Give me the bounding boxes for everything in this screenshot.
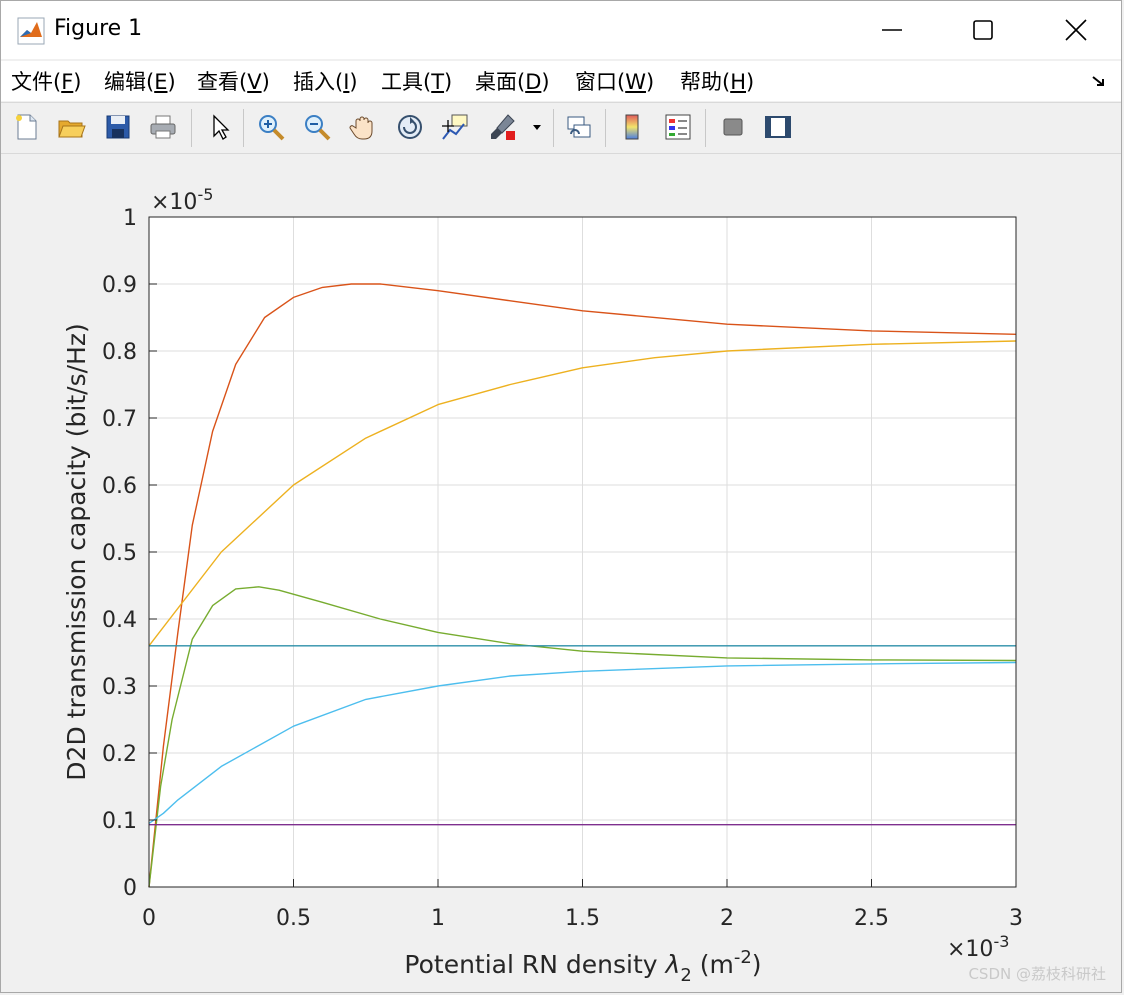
x-tick-label: 1.5 <box>565 906 600 931</box>
y-tick-label: 0.4 <box>102 608 137 633</box>
plot-area: 0 0.5 1 1.5 2 2.5 3 0 0.1 0.2 0.3 0.4 0.5 0.6 0.7 0.8 0.… <box>62 185 1023 986</box>
x-axis-label: Potential RN density λ2 (m-2) <box>404 947 761 986</box>
y-exponent-label: ×10-5 <box>151 185 213 215</box>
y-tick-label: 0.8 <box>102 340 137 365</box>
y-tick-label: 0 <box>123 876 137 901</box>
y-axis-label: D2D transmission capacity (bit/s/Hz) <box>62 323 91 780</box>
y-tick-label: 0.6 <box>102 474 137 499</box>
x-tick-label: 0.5 <box>276 906 311 931</box>
y-tick-label: 0.3 <box>102 675 137 700</box>
x-tick-label: 2 <box>720 906 734 931</box>
figure-window: Figure 1 文件(F) 编辑(E) 查看(V) 插入(I) 工具(T) 桌… <box>0 0 1122 993</box>
y-tick-label: 1 <box>123 206 137 231</box>
y-tick-label: 0.5 <box>102 541 137 566</box>
y-tick-label: 0.9 <box>102 273 137 298</box>
y-tick-label: 0.2 <box>102 742 137 767</box>
x-tick-label: 1 <box>431 906 445 931</box>
y-tick-label: 0.1 <box>102 809 137 834</box>
watermark: CSDN @荔枝科研社 <box>968 965 1106 983</box>
x-exponent-label: ×10-3 <box>947 932 1009 962</box>
y-tick-label: 0.7 <box>102 407 137 432</box>
x-tick-label: 2.5 <box>854 906 889 931</box>
x-tick-label: 3 <box>1009 906 1023 931</box>
x-tick-label: 0 <box>142 906 156 931</box>
